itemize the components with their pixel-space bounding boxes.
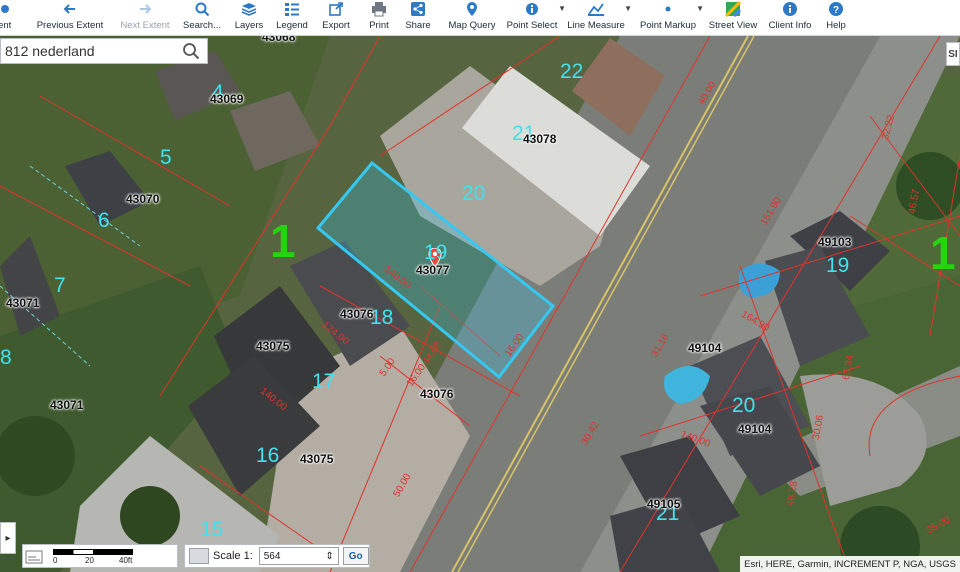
lot-number: 19 [424, 241, 448, 264]
parcel-label: 43076 [420, 387, 454, 401]
lot-number: 22 [560, 60, 584, 83]
scale-icon [189, 548, 209, 564]
help-icon: ? [825, 0, 847, 18]
scale-label: Scale 1: [213, 550, 253, 562]
block-number: 1 [930, 227, 956, 279]
search-icon[interactable] [177, 39, 205, 63]
tool-help[interactable]: ? Help [824, 0, 848, 36]
lot-number: 18 [370, 306, 394, 329]
lot-number: 17 [312, 370, 336, 393]
lot-number: 16 [256, 444, 280, 467]
tool-street-view[interactable]: Street View [709, 0, 757, 36]
next-arrow-icon [134, 0, 156, 18]
parcel-label: 49104 [688, 341, 722, 355]
parcel-label: 43069 [210, 92, 244, 106]
tool-map-query[interactable]: Map Query [448, 0, 496, 36]
map-attribution: Esri, HERE, Garmin, INCREMENT P, NGA, US… [740, 556, 960, 572]
legend-icon [281, 0, 303, 18]
parcel-label: 43068 [262, 36, 296, 44]
chevron-down-icon: ▼ [558, 4, 566, 13]
gis-map-app: xtent Previous Extent Next Extent Search… [0, 0, 960, 572]
svg-text:?: ? [833, 5, 839, 16]
info-icon [521, 0, 543, 18]
parcel-label: 43075 [256, 339, 290, 353]
parcel-label: 43071 [6, 296, 40, 310]
client-info-icon [779, 0, 801, 18]
search-input[interactable] [1, 40, 177, 62]
lot-number: 8 [0, 346, 12, 369]
tool-extent[interactable]: xtent [0, 0, 16, 36]
tool-search[interactable]: Search... [180, 0, 224, 36]
tool-layers[interactable]: Layers [232, 0, 266, 36]
tool-client-info[interactable]: Client Info [769, 0, 811, 36]
chevron-down-icon: ▼ [696, 4, 704, 13]
export-icon [325, 0, 347, 18]
tool-legend[interactable]: Legend [274, 0, 310, 36]
aerial-imagery [0, 36, 960, 572]
scale-bar: 0 20 40ft [22, 544, 178, 568]
tool-point-markup[interactable]: Point Markup ▼ [640, 0, 704, 36]
parcel-label: 43070 [126, 192, 160, 206]
parcel-label: 49104 [738, 422, 772, 436]
ruler-icon [585, 0, 607, 18]
block-number: 1 [270, 215, 296, 267]
lot-number: 20 [462, 182, 486, 205]
scale-bar-icon[interactable] [25, 548, 43, 566]
parcel-label: 49105 [647, 497, 681, 511]
layers-icon [238, 0, 260, 18]
lot-number: 5 [160, 146, 172, 169]
street-view-icon [722, 0, 744, 18]
side-panel-button[interactable]: SI [946, 42, 960, 66]
print-icon [368, 0, 390, 18]
lot-number: 19 [826, 254, 850, 277]
scale-control: Scale 1: 564 ⇕ Go [184, 544, 370, 568]
share-icon [407, 0, 429, 18]
extent-icon [0, 0, 19, 18]
tool-next-extent[interactable]: Next Extent [116, 0, 174, 36]
chevron-updown-icon: ⇕ [325, 550, 334, 562]
scale-bar-graphic [53, 549, 133, 555]
map-query-icon [461, 0, 483, 18]
parcel-label: 43078 [523, 132, 557, 146]
parcel-label: 49103 [818, 235, 852, 249]
tool-print[interactable]: Print [364, 0, 394, 36]
parcel-label: 43071 [50, 398, 84, 412]
go-button[interactable]: Go [342, 547, 369, 565]
parcel-label: 43075 [300, 452, 334, 466]
previous-arrow-icon [59, 0, 81, 18]
lot-number: 7 [54, 274, 66, 297]
parcel-label: 43076 [340, 307, 374, 321]
overview-toggle-button[interactable]: ▸ [0, 522, 16, 554]
chevron-down-icon: ▼ [624, 4, 632, 13]
selected-parcel-label: 43077 [416, 263, 450, 277]
lot-number: 15 [200, 518, 224, 541]
main-toolbar: xtent Previous Extent Next Extent Search… [0, 0, 960, 36]
map-canvas[interactable]: 1 1 4 5 6 7 8 22 21 20 19 18 17 16 15 19… [0, 36, 960, 572]
lot-number: 6 [98, 209, 110, 232]
tool-share[interactable]: Share [404, 0, 432, 36]
tool-previous-extent[interactable]: Previous Extent [34, 0, 106, 36]
search-icon [191, 0, 213, 18]
tool-point-select[interactable]: Point Select ▼ [507, 0, 566, 36]
search-box [0, 38, 208, 64]
tool-line-measure[interactable]: Line Measure ▼ [567, 0, 632, 36]
tool-export[interactable]: Export [318, 0, 354, 36]
point-icon [657, 0, 679, 18]
scale-select[interactable]: 564 ⇕ [258, 547, 339, 565]
lot-number: 20 [732, 394, 756, 417]
